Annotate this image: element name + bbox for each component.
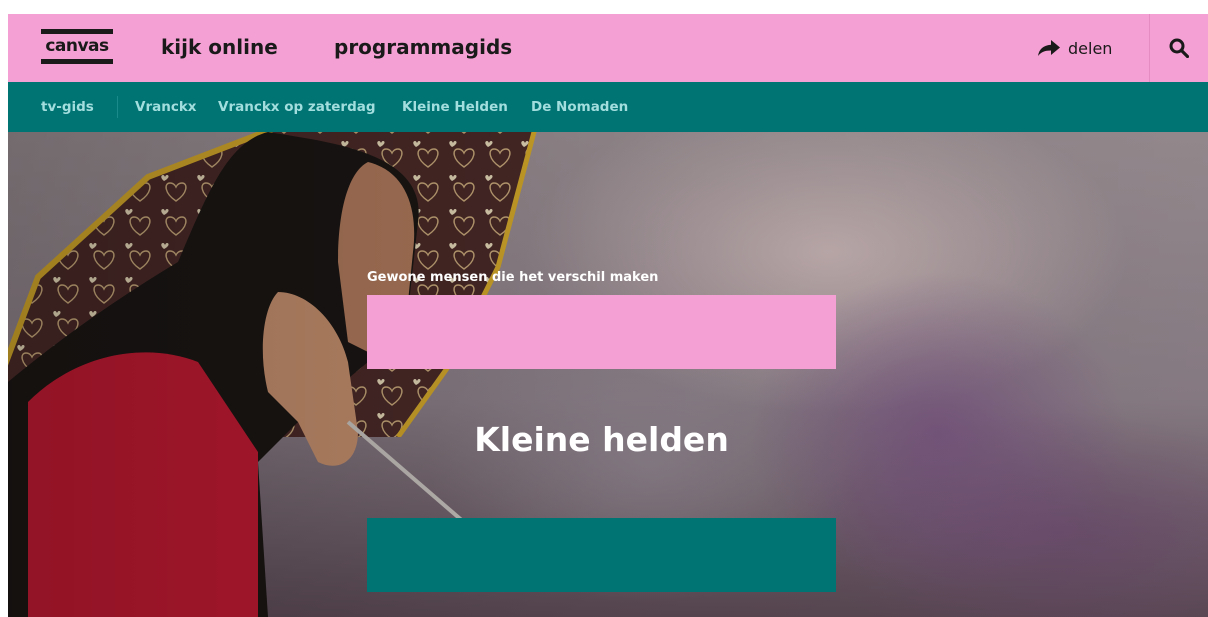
program-subnav: tv-gids Vranckx Vranckx op zaterdag Klei… [8,82,1208,132]
hero-title: Kleine helden [474,420,729,459]
hero-teal-block [367,518,836,592]
subnav-de-nomaden[interactable]: De Nomaden [531,82,628,132]
subnav-vranckx[interactable]: Vranckx [135,82,197,132]
subnav-vranckx-op-zaterdag[interactable]: Vranckx op zaterdag [218,82,376,132]
share-button[interactable]: delen [1038,14,1112,82]
hero-kicker: Gewone mensen die het verschil maken [367,270,659,285]
hero-banner: Gewone mensen die het verschil maken Kle… [8,132,1208,617]
share-arrow-icon [1038,40,1060,56]
nav-programmagids[interactable]: programmagids [334,14,512,82]
logo-text: canvas [45,36,109,56]
search-icon [1169,38,1189,58]
logo-bar-top [41,29,113,34]
page: canvas kijk online programmagids delen t… [8,14,1208,617]
nav-kijk-online[interactable]: kijk online [161,14,278,82]
subnav-tv-gids[interactable]: tv-gids [41,82,94,132]
share-label: delen [1068,38,1113,58]
hero-pink-block [367,295,836,369]
search-button[interactable] [1149,14,1208,82]
subnav-kleine-helden[interactable]: Kleine Helden [402,82,508,132]
subnav-divider [117,96,118,118]
logo-bar-bottom [41,59,113,64]
canvas-logo[interactable]: canvas [41,29,113,64]
top-header: canvas kijk online programmagids delen [8,14,1208,82]
